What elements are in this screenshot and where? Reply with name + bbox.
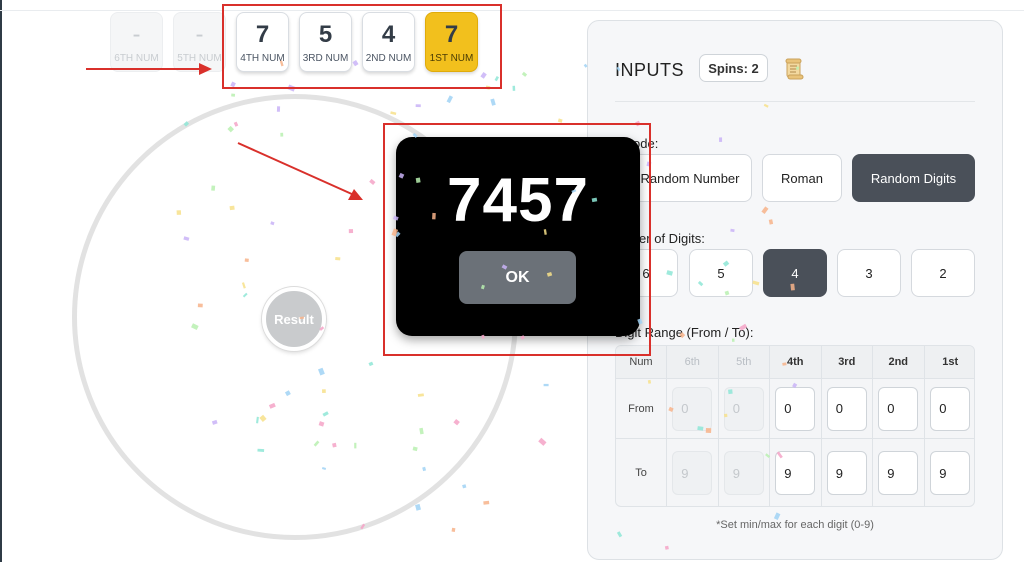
from-1st-input[interactable] [930, 386, 971, 431]
confetti-piece [446, 95, 453, 104]
to-label: To [616, 439, 667, 506]
panel-title: INPUTS [615, 60, 685, 80]
window-edge [0, 0, 2, 562]
digit-count-5-button[interactable]: 5 [689, 249, 753, 297]
mode-random-digits-button[interactable]: Random Digits [852, 154, 975, 202]
table-row-from: From [616, 379, 974, 439]
annotation-arrow-right [86, 63, 212, 75]
confetti-piece [231, 93, 236, 97]
confetti-piece [415, 104, 421, 108]
spins-badge: Spins: 2 [699, 54, 768, 82]
confetti-piece [483, 500, 490, 505]
table-row-to: To [616, 439, 974, 506]
to-4th-input[interactable] [775, 451, 816, 495]
digit-count-2-button[interactable]: 2 [911, 249, 975, 297]
header-3rd: 3rd [822, 346, 873, 378]
confetti-piece [462, 484, 467, 489]
to-3rd-input[interactable] [826, 451, 867, 495]
to-2nd-input[interactable] [878, 451, 919, 495]
digit-count-3-button[interactable]: 3 [837, 249, 901, 297]
digit-range-table: Num 6th 5th 4th 3rd 2nd 1st From To [615, 345, 975, 507]
top-divider [0, 10, 1024, 11]
annotation-box-digits [222, 4, 502, 89]
to-6th-input [672, 451, 713, 495]
from-6th-input [672, 386, 713, 431]
mode-roman-button[interactable]: Roman [762, 154, 842, 202]
confetti-piece [490, 98, 496, 106]
from-4th-input[interactable] [775, 386, 816, 431]
from-label: From [616, 379, 667, 438]
confetti-piece [512, 85, 516, 91]
from-2nd-input[interactable] [878, 386, 919, 431]
confetti-piece [521, 71, 528, 77]
digit-value: - [195, 21, 204, 48]
confetti-piece [415, 503, 422, 511]
annotation-arrow-diagonal [237, 142, 363, 200]
header-2nd: 2nd [873, 346, 925, 378]
from-5th-input [723, 386, 764, 431]
header-6th: 6th [667, 346, 719, 378]
confetti-piece [538, 437, 547, 446]
header-5th: 5th [719, 346, 770, 378]
result-button[interactable]: Result [262, 287, 326, 351]
confetti-piece [390, 111, 397, 116]
annotation-box-popup [383, 123, 651, 356]
table-header-row: Num 6th 5th 4th 3rd 2nd 1st [616, 346, 974, 379]
from-3rd-input[interactable] [826, 386, 867, 431]
confetti-piece [451, 527, 456, 533]
scroll-icon[interactable] [784, 58, 804, 80]
digit-value: - [132, 21, 141, 48]
to-1st-input[interactable] [930, 451, 971, 495]
header-4th: 4th [770, 346, 822, 378]
digit-count-4-button[interactable]: 4 [763, 249, 827, 297]
confetti-piece [543, 383, 549, 387]
panel-divider [615, 101, 975, 102]
header-1st: 1st [942, 356, 959, 368]
range-footnote: *Set min/max for each digit (0-9) [716, 519, 874, 531]
to-5th-input [723, 451, 764, 495]
